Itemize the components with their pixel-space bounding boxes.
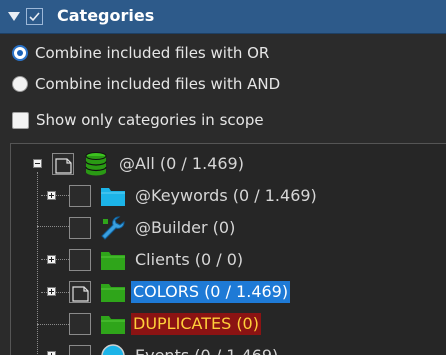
tree-item-label: Clients (0 / 0) bbox=[135, 250, 244, 269]
header-title: Categories bbox=[57, 6, 155, 25]
tree-row-events[interactable]: Events (0 / 1.469) bbox=[11, 341, 446, 355]
combine-or-label: Combine included files with OR bbox=[35, 44, 270, 62]
tree-row-all[interactable]: @All (0 / 1.469) bbox=[11, 149, 446, 179]
collapse-toggle-icon[interactable] bbox=[33, 159, 42, 168]
folder-icon bbox=[101, 188, 125, 206]
tree-row-colors[interactable]: COLORS (0 / 1.469) bbox=[11, 277, 446, 307]
show-scope-label: Show only categories in scope bbox=[36, 111, 264, 129]
tree-item-label: DUPLICATES (0) bbox=[131, 313, 261, 335]
database-icon bbox=[85, 152, 107, 176]
combine-and-radio[interactable] bbox=[12, 76, 28, 92]
tree-row-duplicates[interactable]: DUPLICATES (0) bbox=[11, 309, 446, 339]
collapse-triangle-icon[interactable] bbox=[8, 12, 20, 21]
tree-checkbox[interactable] bbox=[69, 185, 91, 207]
expand-toggle-icon[interactable] bbox=[47, 255, 56, 264]
tree-row-keywords[interactable]: @Keywords (0 / 1.469) bbox=[11, 181, 446, 211]
calendar-icon bbox=[101, 344, 125, 355]
tree-row-clients[interactable]: Clients (0 / 0) bbox=[11, 245, 446, 275]
tree-checkbox[interactable] bbox=[69, 217, 91, 239]
expand-toggle-icon[interactable] bbox=[47, 351, 56, 355]
tree-item-label: COLORS (0 / 1.469) bbox=[131, 281, 291, 303]
folder-icon bbox=[101, 284, 125, 302]
show-scope-option[interactable]: Show only categories in scope bbox=[12, 109, 264, 131]
tree-item-label: @All (0 / 1.469) bbox=[119, 154, 244, 173]
tree-item-label: @Builder (0) bbox=[135, 218, 236, 237]
show-scope-checkbox[interactable] bbox=[12, 111, 29, 129]
partial-check-icon bbox=[55, 158, 72, 174]
folder-icon bbox=[101, 252, 125, 270]
partial-check-icon bbox=[72, 286, 89, 302]
expand-toggle-icon[interactable] bbox=[47, 191, 56, 200]
wrench-icon bbox=[101, 216, 125, 240]
combine-and-label: Combine included files with AND bbox=[35, 75, 281, 93]
checkmark-icon bbox=[29, 12, 40, 22]
combine-or-radio[interactable] bbox=[12, 45, 28, 61]
tree-checkbox[interactable] bbox=[52, 153, 74, 175]
folder-icon bbox=[101, 316, 125, 334]
combine-and-option[interactable]: Combine included files with AND bbox=[12, 73, 280, 95]
combine-or-option[interactable]: Combine included files with OR bbox=[12, 42, 269, 64]
tree-checkbox[interactable] bbox=[69, 313, 91, 335]
header-checkbox[interactable] bbox=[26, 8, 43, 25]
tree-item-label: @Keywords (0 / 1.469) bbox=[135, 186, 317, 205]
category-tree[interactable]: @All (0 / 1.469) @Keywords (0 / 1.469) @… bbox=[10, 143, 446, 355]
tree-row-builder[interactable]: @Builder (0) bbox=[11, 213, 446, 243]
expand-toggle-icon[interactable] bbox=[47, 287, 56, 296]
tree-checkbox[interactable] bbox=[69, 249, 91, 271]
categories-header[interactable]: Categories bbox=[0, 0, 446, 34]
tree-checkbox[interactable] bbox=[69, 281, 91, 303]
